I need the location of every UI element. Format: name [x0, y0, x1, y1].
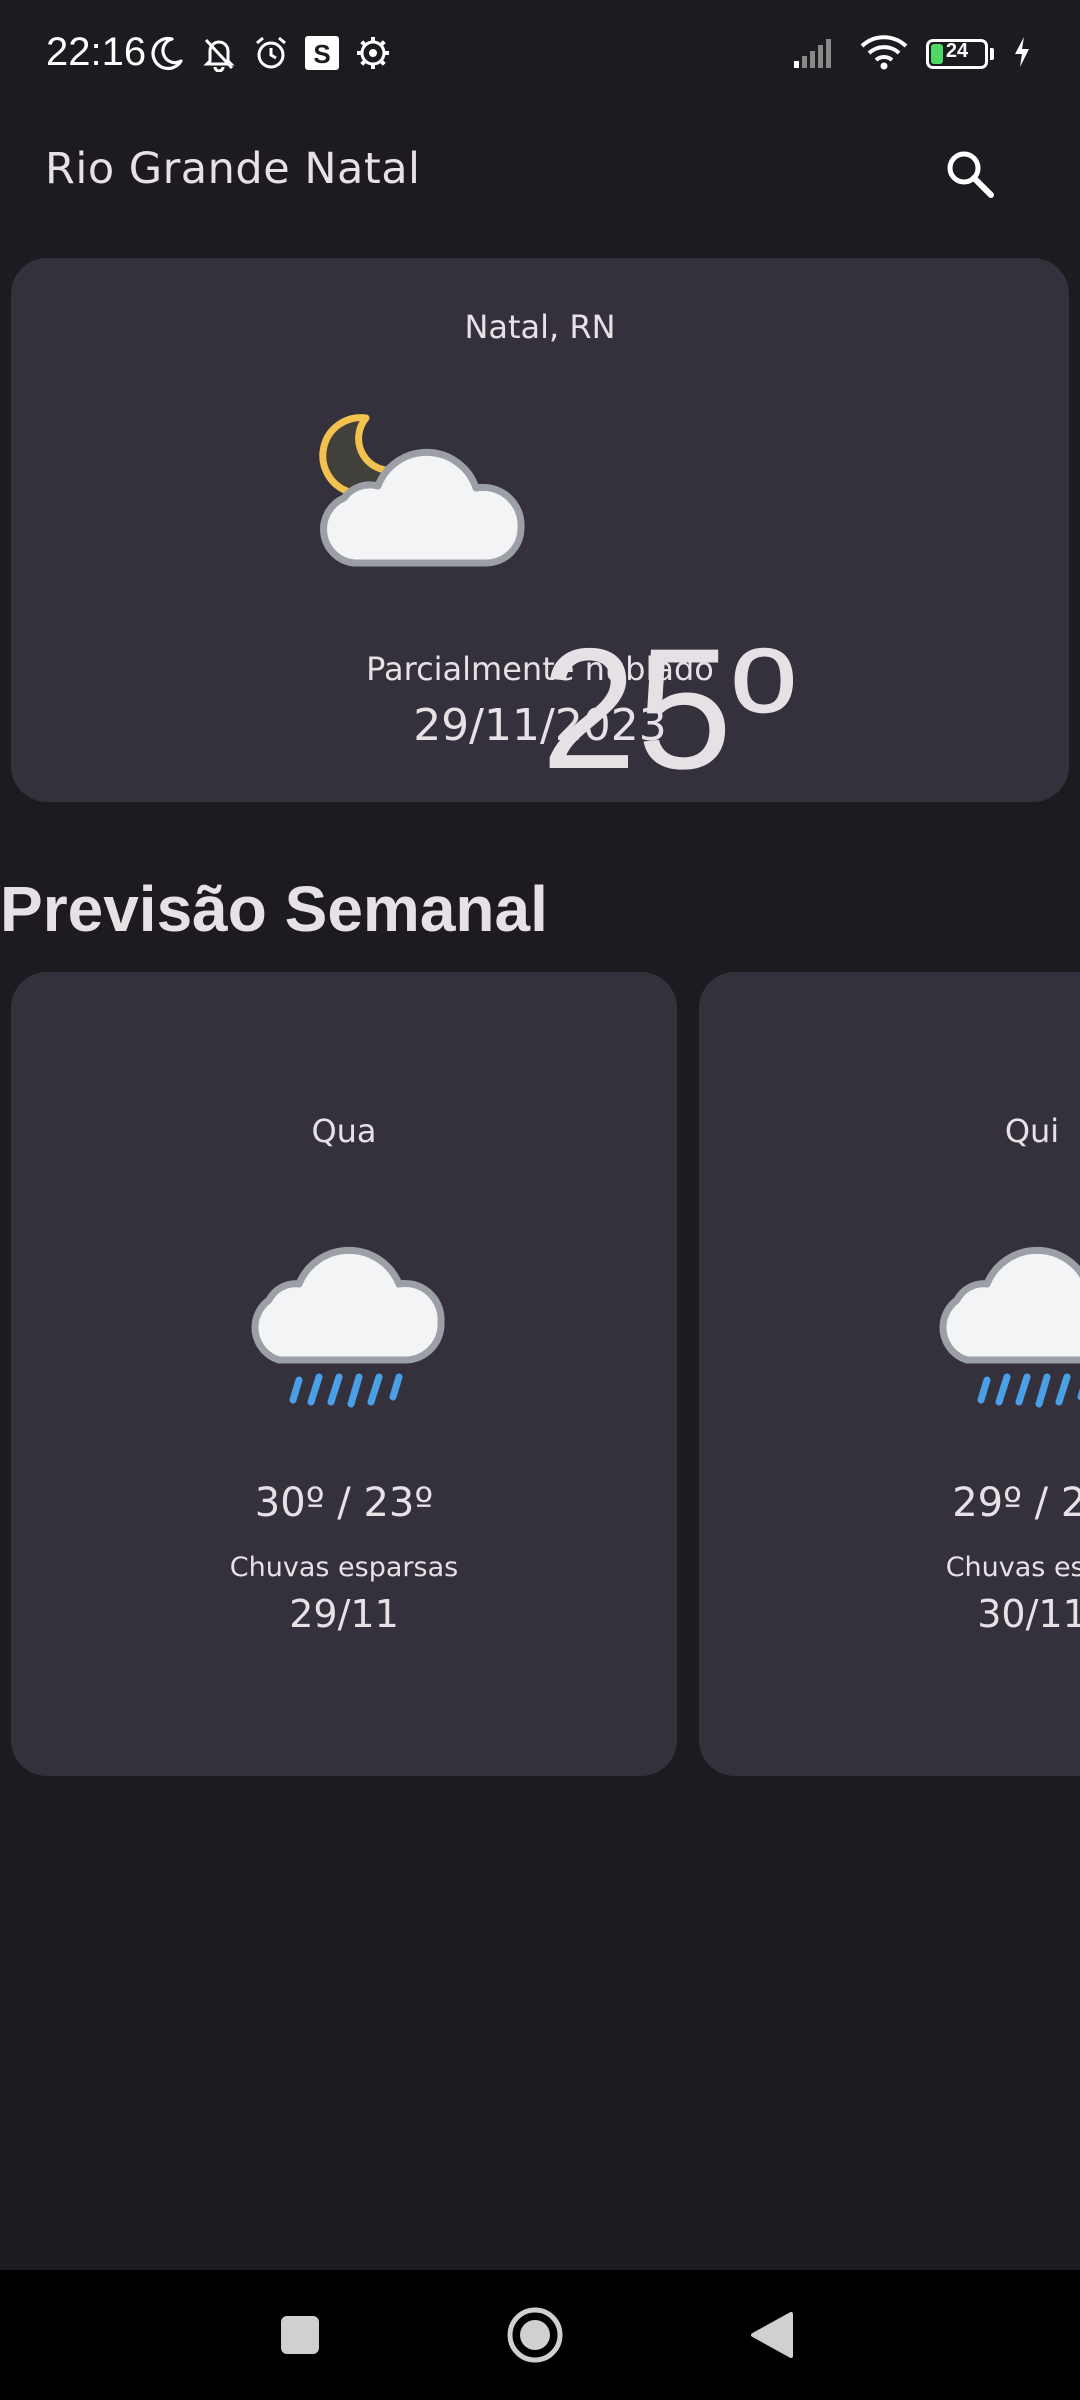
forecast-date: 29/11 — [289, 1592, 399, 1636]
alarm-icon — [252, 34, 290, 76]
recents-button[interactable] — [257, 2292, 343, 2378]
forecast-temps: 30º / 23º — [254, 1480, 434, 1526]
weekly-forecast-title: Previsão Semanal — [0, 873, 548, 945]
app-title: Rio Grande Natal — [45, 144, 421, 194]
recents-square-icon — [281, 2316, 319, 2354]
current-date: 29/11/2023 — [413, 700, 667, 751]
status-time: 22:16 — [46, 30, 147, 74]
battery-tip — [990, 48, 994, 60]
app-bar: Rio Grande Natal — [0, 112, 1080, 230]
current-location: Natal, RN — [464, 308, 616, 346]
forecast-condition: Chuvas espa — [945, 1552, 1080, 1583]
do-not-disturb-moon-icon — [148, 34, 186, 76]
rain-cloud-icon — [929, 1222, 1080, 1426]
s-app-icon: S — [304, 35, 340, 75]
svg-text:S: S — [313, 39, 330, 69]
bell-off-icon — [200, 34, 238, 76]
forecast-condition: Chuvas esparsas — [229, 1552, 459, 1583]
back-triangle-icon — [751, 2312, 793, 2358]
current-condition: Parcialmente nublado — [366, 650, 714, 688]
battery-level: 24 — [945, 40, 969, 62]
forecast-card-0[interactable]: Qua 30º / 23º Chuvas esparsas 29/11 — [11, 972, 677, 1776]
partly-cloudy-night-icon — [286, 398, 536, 582]
home-circle-icon — [507, 2307, 563, 2363]
battery-icon: 24 — [926, 39, 988, 69]
weekly-forecast-list[interactable]: Qua 30º / 23º Chuvas esparsas 29/11 Qui — [0, 972, 1080, 1778]
back-button[interactable] — [729, 2292, 815, 2378]
status-icons-left: S — [148, 34, 392, 76]
system-nav-bar — [0, 2270, 1080, 2400]
settings-gear-icon — [354, 34, 392, 76]
current-weather-card: Natal, RN 25º Parcialmente nublado 29/11… — [11, 258, 1069, 802]
rain-cloud-icon — [241, 1222, 451, 1426]
search-button[interactable] — [930, 134, 1010, 214]
forecast-day: Qui — [1004, 1112, 1060, 1150]
search-icon — [947, 151, 994, 198]
signal-icon — [792, 35, 842, 73]
forecast-card-1[interactable]: Qui 29º / 25 Chuvas espa 30/11 — [699, 972, 1080, 1776]
forecast-day: Qua — [311, 1112, 377, 1150]
wifi-icon — [860, 34, 908, 74]
home-button[interactable] — [492, 2292, 578, 2378]
status-bar: 22:16 S 24 — [0, 0, 1080, 112]
forecast-date: 30/11 — [977, 1592, 1080, 1636]
charging-icon — [1012, 35, 1032, 73]
status-icons-right: 24 — [792, 34, 1032, 74]
forecast-temps: 29º / 25 — [952, 1480, 1080, 1526]
